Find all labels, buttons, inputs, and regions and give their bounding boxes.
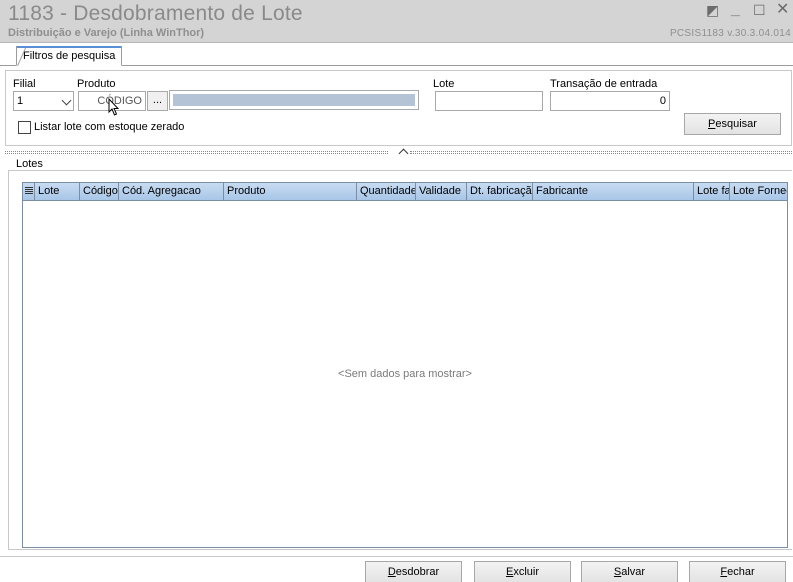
produto-lookup-button[interactable]: ... [147,91,168,111]
column-header-cod-agregacao[interactable]: Cód. Agregacao [119,183,224,200]
salvar-button[interactable]: Salvar [581,561,678,582]
desdobrar-button[interactable]: Desdobrar [365,561,462,582]
fechar-button[interactable]: Fechar [689,561,786,582]
produto-description-field [169,90,419,110]
title-bar: 1183 - Desdobramento de Lote Distribuiçã… [0,0,793,43]
column-menu-icon [25,187,33,196]
minimize-icon[interactable]: _ [731,1,740,19]
fechar-label: echar [727,566,755,578]
column-header-lote-fornec[interactable]: Lote Fornec [730,183,787,200]
tab-strip: Filtros de pesquisa [0,44,793,66]
column-header-codigo[interactable]: Código [80,183,119,200]
tab-label: Filtros de pesquisa [23,50,116,62]
chevron-down-icon [61,95,72,106]
splitter-grip-right [410,151,792,154]
column-header-lote-fab[interactable]: Lote fab [694,183,730,200]
filial-select[interactable]: 1 [13,91,74,111]
window-title: 1183 - Desdobramento de Lote [8,2,303,25]
lotes-group-title: Lotes [14,158,45,170]
transacao-value: 0 [659,95,666,107]
excluir-label: xcluir [513,566,539,578]
grid-header: Lote Código Cód. Agregacao Produto Quant… [23,183,787,201]
pesquisar-label: esquisar [715,118,757,130]
column-header-dt-fabricacao[interactable]: Dt. fabricação [467,183,533,200]
desdobrar-label: esdobrar [395,566,440,578]
close-icon[interactable]: ✕ [776,1,789,19]
pesquisar-button[interactable]: Pesquisar [684,113,781,135]
splitter-grip-left [5,151,388,154]
produto-label: Produto [77,78,116,90]
estoque-zerado-label: Listar lote com estoque zerado [34,121,185,133]
excluir-button[interactable]: Excluir [474,561,571,582]
filial-label: Filial [13,78,36,90]
transacao-input[interactable]: 0 [550,91,670,111]
transacao-label: Transação de entrada [550,78,658,90]
maximize-icon[interactable]: ☐ [753,1,766,19]
estoque-zerado-checkbox[interactable] [18,121,31,134]
salvar-label: alvar [621,566,646,578]
lote-label: Lote [433,78,455,90]
column-header-validade[interactable]: Validade [416,183,467,200]
column-header-lote[interactable]: Lote [35,183,80,200]
produto-description-fill [173,94,415,106]
column-header-fabricante[interactable]: Fabricante [533,183,694,200]
tab-active-indicator [17,46,122,48]
mouse-cursor-icon [108,98,120,116]
column-chooser[interactable] [23,183,35,200]
lotes-grid[interactable]: Lote Código Cód. Agregacao Produto Quant… [22,182,788,548]
window-subtitle: Distribuição e Varejo (Linha WinThor) [8,27,205,39]
column-header-produto[interactable]: Produto [224,183,357,200]
chevron-up-icon[interactable] [398,148,409,159]
tab-filtros-de-pesquisa[interactable]: Filtros de pesquisa [16,46,123,66]
version-label: PCSIS1183 v.30.3.04.014 [669,28,791,39]
panel-splitter[interactable] [5,148,792,159]
lote-input[interactable] [435,91,543,111]
grid-empty-message: <Sem dados para mostrar> [338,368,472,380]
column-header-quantidade[interactable]: Quantidade [357,183,416,200]
restore-icon[interactable]: ◩ [706,1,719,19]
filial-value: 1 [17,95,24,107]
desdobrar-hotkey: D [387,566,396,578]
